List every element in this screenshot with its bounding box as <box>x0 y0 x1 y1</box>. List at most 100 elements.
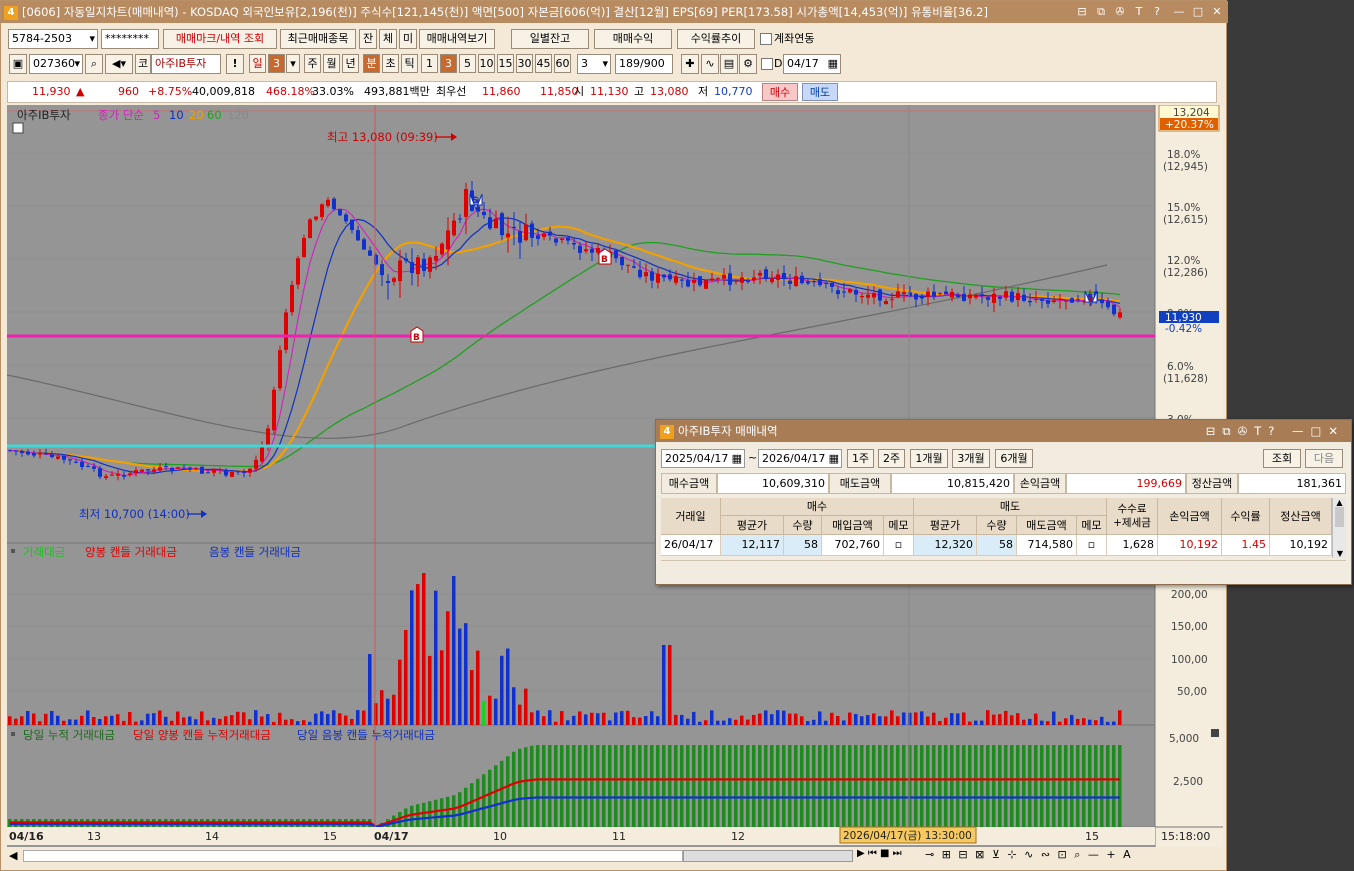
minute-5-button[interactable]: 5 <box>459 54 476 73</box>
data-count-field[interactable]: 189/900 <box>615 54 673 74</box>
minute-3-button[interactable]: 3 <box>440 54 457 73</box>
gear-icon[interactable]: ⚙ <box>739 54 757 74</box>
chart-tools[interactable]: ⊸ ⊞ ⊟ ⊠ ⊻ ⊹ ∿ ∾ ⊡ ⌕ — + A <box>925 848 1133 862</box>
period-year-button[interactable]: 년 <box>342 54 359 73</box>
unexecuted-button[interactable]: 미 <box>399 29 417 49</box>
date-to-input[interactable]: 2026/04/17 ▦ <box>758 449 842 468</box>
daily-balance-button[interactable]: 일별잔고 <box>511 29 589 49</box>
period-day-count[interactable]: 3 <box>268 54 285 73</box>
ask-price: 11,860 <box>482 85 521 98</box>
range-6m-button[interactable]: 6개월 <box>995 449 1033 468</box>
volume-bar <box>62 720 66 725</box>
window-icon[interactable]: ▣ <box>9 54 27 74</box>
balance-button[interactable]: 잔 <box>359 29 377 49</box>
cum-bar <box>788 745 792 827</box>
playback-controls[interactable]: ▶ ⏮ ■ ⏭ <box>857 848 902 859</box>
scroll-thumb[interactable] <box>683 850 853 862</box>
volume-bar <box>206 720 210 725</box>
draw-icon[interactable]: ∿ <box>701 54 719 74</box>
dialog-window-controls[interactable]: ⊟⧉✇T? —□✕ <box>1206 420 1345 442</box>
copy-icon[interactable]: ⧉ <box>1093 4 1109 20</box>
next-button[interactable]: 다음 <box>1305 449 1343 468</box>
layout-icon[interactable]: ⊟ <box>1074 4 1090 20</box>
cum-bar <box>1058 745 1062 827</box>
buy-amount-label: 매수금액 <box>661 473 717 494</box>
trade-mark-query-button[interactable]: 매매마크/내역 조회 <box>163 29 277 49</box>
period-month-button[interactable]: 월 <box>323 54 340 73</box>
alert-icon[interactable]: ! <box>226 54 244 74</box>
d-checkbox[interactable] <box>761 58 773 70</box>
account-select[interactable]: 5784-2503 ▾ <box>8 29 98 49</box>
trade-history-button[interactable]: 매매내역보기 <box>419 29 495 49</box>
pin-icon[interactable]: ✇ <box>1112 4 1128 20</box>
range-1w-button[interactable]: 1주 <box>847 449 874 468</box>
account-link-checkbox[interactable] <box>760 33 772 45</box>
cum-bar <box>422 802 426 827</box>
range-2w-button[interactable]: 2주 <box>878 449 905 468</box>
svg-text:(12,615): (12,615) <box>1163 214 1208 226</box>
cum-bar <box>740 745 744 827</box>
volume-bar <box>530 712 534 725</box>
cum-bar <box>1112 745 1116 827</box>
volume-bar <box>710 710 714 725</box>
maximize-icon[interactable]: □ <box>1190 4 1206 20</box>
volume-bar <box>440 650 444 725</box>
buy-button[interactable]: 매수 <box>762 83 798 101</box>
volume-bar <box>602 712 606 725</box>
minute-15-button[interactable]: 15 <box>497 54 514 73</box>
period-minute-button[interactable]: 분 <box>363 54 380 73</box>
date-from-input[interactable]: 2025/04/17 ▦ <box>661 449 745 468</box>
period-week-button[interactable]: 주 <box>304 54 321 73</box>
recent-trade-button[interactable]: 최근매매종목 <box>280 29 356 49</box>
legend-ma-120: 120 <box>227 108 249 122</box>
sell-button[interactable]: 매도 <box>802 83 838 101</box>
sound-icon[interactable]: ◀▾ <box>105 54 133 74</box>
period-second-button[interactable]: 초 <box>382 54 399 73</box>
stock-code-input[interactable]: 027360 ▾ <box>29 54 83 74</box>
range-3m-button[interactable]: 3개월 <box>952 449 990 468</box>
executed-button[interactable]: 체 <box>379 29 397 49</box>
minute-45-button[interactable]: 45 <box>535 54 552 73</box>
search-icon[interactable]: ⌕ <box>85 54 103 74</box>
profit-trend-button[interactable]: 수익률추이 <box>677 29 755 49</box>
volume-bar <box>512 687 516 725</box>
volume-bar <box>422 573 426 725</box>
volume-bar <box>860 716 864 725</box>
date-input[interactable]: 04/17 ▦ <box>783 54 841 74</box>
password-field[interactable]: ******** <box>101 29 159 49</box>
minute-10-button[interactable]: 10 <box>478 54 495 73</box>
cum-bar <box>1028 745 1032 827</box>
period-day-button[interactable]: 일 <box>249 54 266 73</box>
cum-bar <box>542 745 546 827</box>
tool-icon[interactable]: ✚ <box>681 54 699 74</box>
save-icon[interactable]: ▤ <box>720 54 738 74</box>
period-tick-button[interactable]: 틱 <box>401 54 418 73</box>
minute-60-button[interactable]: 60 <box>554 54 571 73</box>
volume-bar <box>464 623 468 725</box>
close-icon[interactable]: ✕ <box>1209 4 1225 20</box>
trade-profit-button[interactable]: 매매수익 <box>594 29 672 49</box>
svg-text:12.0%: 12.0% <box>1167 255 1200 267</box>
sell-amount: 10,815,420 <box>891 473 1014 494</box>
memo-icon[interactable]: ▫ <box>884 535 914 556</box>
interval-select[interactable]: 3 ▾ <box>577 54 611 74</box>
minute-1-button[interactable]: 1 <box>421 54 438 73</box>
cum-bar <box>1034 745 1038 827</box>
market-label[interactable]: 코 <box>135 54 151 74</box>
cum-bar <box>680 745 684 827</box>
memo-icon[interactable]: ▫ <box>1077 535 1107 556</box>
chevron-down-icon[interactable]: ▾ <box>286 54 300 73</box>
cum-bar <box>1016 745 1020 827</box>
help-icon[interactable]: ? <box>1149 4 1165 20</box>
volume-bar <box>1070 714 1074 725</box>
volume-bar <box>170 720 174 725</box>
text-icon[interactable]: T <box>1131 4 1147 20</box>
minute-30-button[interactable]: 30 <box>516 54 533 73</box>
cum-bar <box>986 745 990 827</box>
query-button[interactable]: 조회 <box>1263 449 1301 468</box>
scroll-bar[interactable]: ◀ ▶ ⏮ ■ ⏭ ⊸ ⊞ ⊟ ⊠ ⊻ ⊹ ∿ ∾ ⊡ ⌕ — + A <box>7 847 1223 865</box>
range-1m-button[interactable]: 1개월 <box>910 449 948 468</box>
table-scrollbar[interactable]: ▲ ▼ <box>1332 498 1346 558</box>
cum-bar <box>884 745 888 827</box>
minimize-icon[interactable]: — <box>1171 4 1187 20</box>
